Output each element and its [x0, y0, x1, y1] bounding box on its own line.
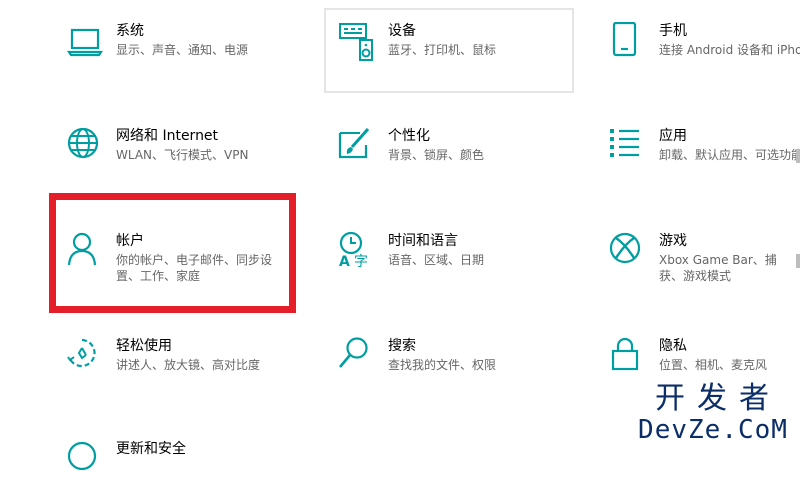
tile-title: 个性化 — [388, 128, 430, 144]
app-list-icon — [609, 127, 649, 167]
tile-title: 手机 — [659, 23, 687, 39]
watermark-line1: 开发者 — [655, 381, 781, 416]
truncation-edge — [796, 254, 800, 268]
watermark: 开发者 DevZe.CoM — [638, 381, 788, 445]
tile-description: WLAN、飞行模式、VPN — [116, 148, 249, 162]
svg-text:A: A — [339, 254, 350, 270]
tile-title: 轻松使用 — [116, 338, 172, 354]
tile-description: 查找我的文件、权限 — [388, 358, 497, 372]
tile-title: 设备 — [388, 23, 416, 39]
ease-of-access-icon — [66, 337, 106, 377]
tile-title: 网络和 Internet — [116, 128, 219, 144]
tile-title: 更新和安全 — [116, 441, 186, 457]
tile-system[interactable]: 系统 显示、声音、通知、电源 — [66, 22, 286, 82]
tile-title: 系统 — [116, 23, 144, 39]
tile-ease-of-access[interactable]: 轻松使用 讲述人、放大镜、高对比度 — [66, 337, 286, 397]
tile-phone[interactable]: 手机 连接 Android 设备和 iPhone — [609, 22, 800, 82]
lock-icon — [609, 337, 649, 377]
tile-description: 连接 Android 设备和 iPhone — [659, 43, 800, 57]
globe-icon — [66, 127, 106, 167]
tile-devices[interactable]: 设备 蓝牙、打印机、鼠标 — [338, 22, 558, 82]
keyboard-speaker-icon — [338, 22, 378, 62]
tile-title: 隐私 — [659, 338, 687, 354]
search-icon — [338, 337, 378, 377]
tile-time-language[interactable]: A字 时间和语言 语音、区域、日期 — [338, 232, 558, 292]
tile-title: 应用 — [659, 128, 687, 144]
tile-description: Xbox Game Bar、捕获、游戏模式 — [659, 253, 777, 283]
sync-icon — [66, 440, 106, 480]
tile-search[interactable]: 搜索 查找我的文件、权限 — [338, 337, 558, 397]
laptop-icon — [66, 22, 106, 62]
tile-description: 卸载、默认应用、可选功能 — [659, 148, 800, 162]
tile-title: 时间和语言 — [388, 233, 458, 249]
tile-description: 位置、相机、麦克风 — [659, 358, 768, 372]
tile-description: 讲述人、放大镜、高对比度 — [116, 358, 261, 372]
svg-text:字: 字 — [354, 254, 368, 270]
clock-language-icon: A字 — [338, 232, 378, 272]
tile-description: 蓝牙、打印机、鼠标 — [388, 43, 497, 57]
tile-title: 游戏 — [659, 233, 687, 249]
tile-title: 搜索 — [388, 338, 416, 354]
tile-update-security[interactable]: 更新和安全 — [66, 440, 286, 480]
paint-brush-icon — [338, 127, 378, 167]
truncation-edge — [796, 149, 800, 163]
tile-description: 语音、区域、日期 — [388, 253, 485, 267]
tile-apps[interactable]: 应用 卸载、默认应用、可选功能 — [609, 127, 800, 187]
tile-network[interactable]: 网络和 Internet WLAN、飞行模式、VPN — [66, 127, 286, 187]
tile-description: 显示、声音、通知、电源 — [116, 43, 249, 57]
watermark-line2: DevZe.CoM — [638, 415, 788, 445]
annotation-highlight-box — [49, 193, 296, 313]
phone-icon — [609, 22, 649, 62]
tile-description: 背景、锁屏、颜色 — [388, 148, 485, 162]
tile-gaming[interactable]: 游戏 Xbox Game Bar、捕获、游戏模式 — [609, 232, 800, 292]
xbox-icon — [609, 232, 649, 272]
tile-personalization[interactable]: 个性化 背景、锁屏、颜色 — [338, 127, 558, 187]
